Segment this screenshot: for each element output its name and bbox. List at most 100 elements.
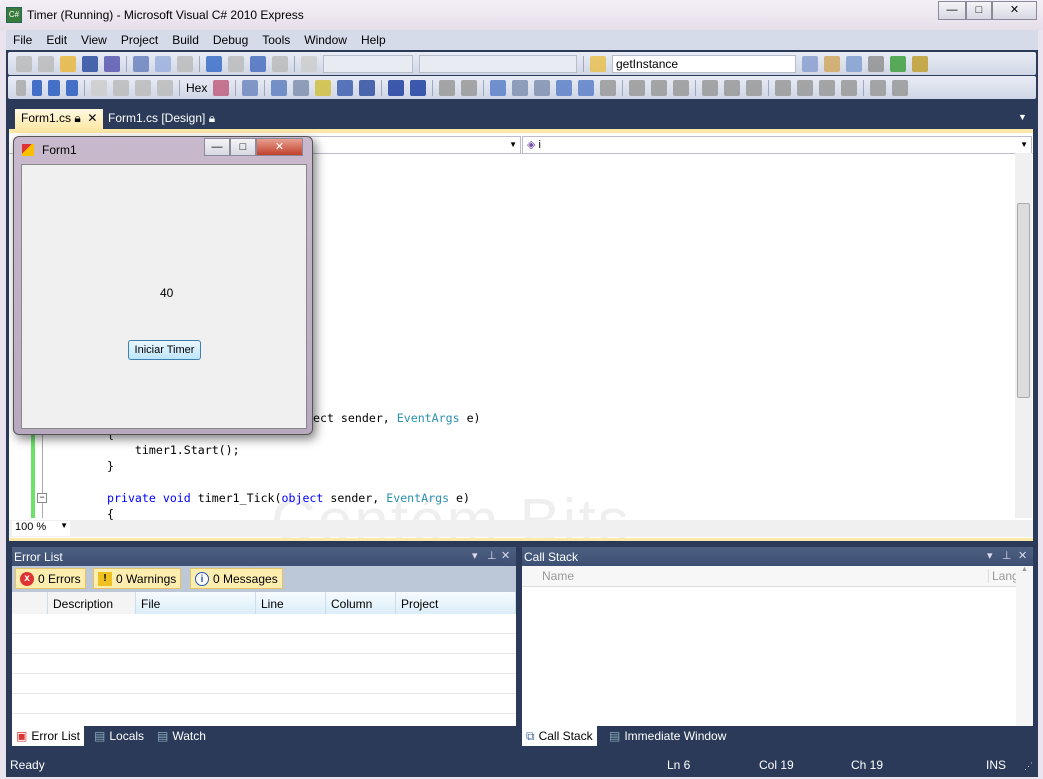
bookmark-icon[interactable]: [490, 79, 507, 96]
solution-explorer-icon[interactable]: [802, 55, 818, 72]
menu-project[interactable]: Project: [114, 33, 165, 47]
minimize-button[interactable]: —: [938, 1, 966, 20]
menu-window[interactable]: Window: [297, 33, 354, 47]
solution-config-combo[interactable]: [323, 54, 413, 73]
navigate-backward-icon[interactable]: [250, 55, 266, 72]
undo-icon[interactable]: [206, 55, 222, 72]
tab-error-list[interactable]: ▣ Error List: [12, 726, 85, 746]
maximize-button[interactable]: □: [966, 1, 992, 20]
align-icon[interactable]: [600, 79, 617, 96]
align-center-icon[interactable]: [651, 79, 668, 96]
add-item-icon[interactable]: [38, 55, 54, 72]
close-button[interactable]: ✕: [992, 1, 1037, 20]
find-in-files-icon[interactable]: [590, 55, 606, 72]
save-all-icon[interactable]: [104, 55, 120, 72]
size-to-grid-icon[interactable]: [797, 79, 814, 96]
decrease-indent-icon[interactable]: [388, 79, 405, 96]
menu-tools[interactable]: Tools: [255, 33, 297, 47]
restart-icon[interactable]: [66, 79, 78, 96]
breakpoint-icon[interactable]: [213, 79, 230, 96]
vertical-scrollbar[interactable]: [1015, 153, 1032, 518]
form-close-button[interactable]: ✕: [256, 138, 303, 156]
scroll-thumb[interactable]: [1017, 203, 1030, 398]
toolbox-icon[interactable]: [868, 55, 884, 72]
step-over-icon[interactable]: [135, 79, 151, 96]
align-bottom-icon[interactable]: [746, 79, 763, 96]
panel-menu-icon[interactable]: ▾: [987, 549, 993, 562]
menu-help[interactable]: Help: [354, 33, 393, 47]
step-out-icon[interactable]: [157, 79, 173, 96]
align-right-icon[interactable]: [673, 79, 690, 96]
align-left-icon[interactable]: [629, 79, 646, 96]
paste-icon[interactable]: [177, 55, 193, 72]
spacing-icon[interactable]: [819, 79, 836, 96]
layout-icon[interactable]: [293, 79, 310, 96]
call-stack-scrollbar[interactable]: ▲: [1016, 566, 1033, 726]
spacing-icon[interactable]: [841, 79, 858, 96]
extension-manager-icon[interactable]: [912, 55, 928, 72]
close-tab-icon[interactable]: ✕: [87, 111, 97, 125]
tab-form1-cs[interactable]: Form1.cs 🔒︎ ✕: [15, 109, 104, 129]
column-header-name[interactable]: Name: [542, 569, 574, 583]
continue-icon[interactable]: [16, 79, 26, 96]
column-header-language[interactable]: Lang: [988, 569, 1016, 583]
align-top-icon[interactable]: [702, 79, 719, 96]
platform-combo[interactable]: [419, 54, 577, 73]
tab-locals[interactable]: ▤ Locals: [90, 726, 148, 746]
member-combo[interactable]: ◈ i ▼: [522, 136, 1032, 154]
step-into-icon[interactable]: [113, 79, 129, 96]
column-header-description[interactable]: Description: [48, 592, 136, 614]
column-header-project[interactable]: Project: [396, 592, 516, 614]
bookmark-prev-icon[interactable]: [512, 79, 529, 96]
save-icon[interactable]: [82, 55, 98, 72]
bookmark-next-icon[interactable]: [534, 79, 551, 96]
cut-icon[interactable]: [133, 55, 149, 72]
horizontal-spacing-icon[interactable]: [870, 79, 887, 96]
tab-call-stack[interactable]: ⧉ Call Stack: [522, 726, 597, 746]
stop-debugging-icon[interactable]: [48, 79, 60, 96]
bookmark-clear-icon[interactable]: [578, 79, 595, 96]
align-middle-icon[interactable]: [724, 79, 741, 96]
form-maximize-button[interactable]: □: [230, 138, 256, 156]
increase-indent-icon[interactable]: [410, 79, 427, 96]
menu-debug[interactable]: Debug: [206, 33, 255, 47]
vertical-spacing-icon[interactable]: [892, 79, 909, 96]
hex-button[interactable]: Hex: [186, 81, 207, 95]
column-header-column[interactable]: Column: [326, 592, 396, 614]
resize-grip-icon[interactable]: ⋰: [1024, 761, 1033, 772]
navigate-forward-icon[interactable]: [272, 55, 288, 72]
start-page-icon[interactable]: [890, 55, 906, 72]
collapse-icon[interactable]: −: [37, 493, 47, 503]
comment-icon[interactable]: [439, 79, 456, 96]
layout-icon[interactable]: [271, 79, 288, 96]
menu-file[interactable]: File: [6, 33, 39, 47]
column-header-line[interactable]: Line: [256, 592, 326, 614]
menu-edit[interactable]: Edit: [39, 33, 74, 47]
tab-form1-design[interactable]: Form1.cs [Design] 🔒︎: [102, 109, 221, 129]
panel-close-icon[interactable]: ✕: [501, 549, 510, 562]
form-minimize-button[interactable]: —: [204, 138, 230, 156]
output-window-icon[interactable]: [242, 79, 259, 96]
new-project-icon[interactable]: [16, 55, 32, 72]
pointer-icon[interactable]: [315, 79, 332, 96]
tab-dropdown-icon[interactable]: ▼: [1018, 112, 1027, 122]
type-combo[interactable]: ▼: [309, 136, 521, 154]
messages-filter-button[interactable]: i 0 Messages: [190, 568, 283, 589]
column-header-file[interactable]: File: [136, 592, 256, 614]
form1-window[interactable]: Form1 — □ ✕ 40 Iniciar Timer: [13, 136, 313, 435]
panel-close-icon[interactable]: ✕: [1018, 549, 1027, 562]
menu-view[interactable]: View: [74, 33, 114, 47]
tab-watch[interactable]: ▤ Watch: [153, 726, 210, 746]
start-debugging-icon[interactable]: [301, 55, 317, 72]
uncomment-icon[interactable]: [461, 79, 478, 96]
start-timer-button[interactable]: Iniciar Timer: [128, 340, 201, 360]
menu-build[interactable]: Build: [165, 33, 206, 47]
find-combo[interactable]: getInstance: [612, 54, 796, 73]
text-icon[interactable]: [337, 79, 354, 96]
open-icon[interactable]: [60, 55, 76, 72]
bookmark-folder-icon[interactable]: [556, 79, 573, 96]
panel-menu-icon[interactable]: ▾: [472, 549, 478, 562]
copy-icon[interactable]: [155, 55, 171, 72]
tab-immediate-window[interactable]: ▤ Immediate Window: [605, 726, 730, 746]
zoom-combo[interactable]: 100 % ▼: [12, 521, 70, 536]
